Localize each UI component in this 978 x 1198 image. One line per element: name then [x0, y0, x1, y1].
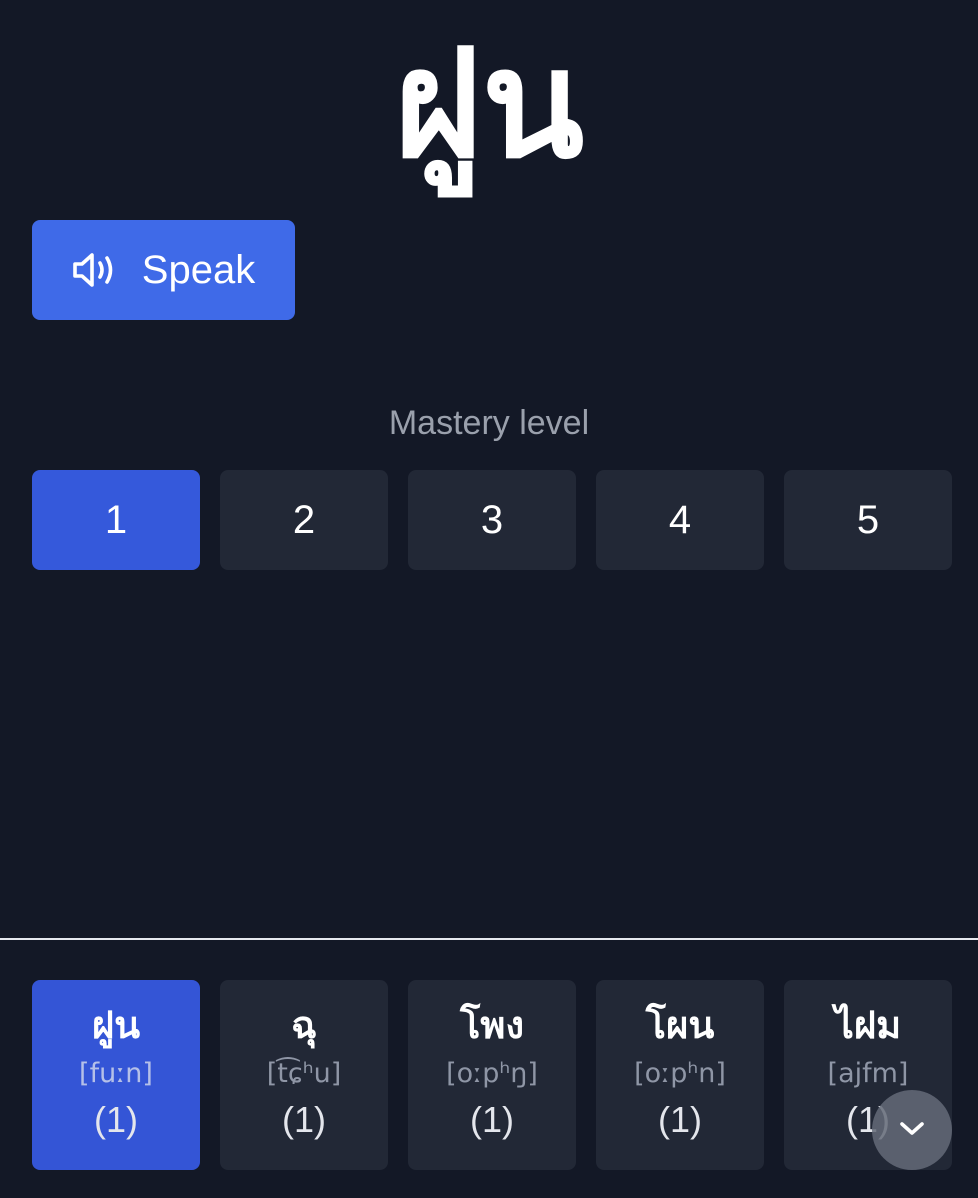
mastery-level-3-button[interactable]: 3	[408, 470, 576, 570]
word-card[interactable]: โผน [oːpʰn] (1)	[596, 980, 764, 1170]
word-card-thai: ไฝม	[834, 1003, 902, 1047]
word-card[interactable]: ฝูน [fuːn] (1)	[32, 980, 200, 1170]
word-card-thai: ฉุ	[291, 1003, 317, 1047]
word-card-ipa: [oːpʰn]	[634, 1058, 726, 1089]
word-card[interactable]: ฉุ [t͡ɕʰu] (1)	[220, 980, 388, 1170]
mastery-level-4-button[interactable]: 4	[596, 470, 764, 570]
word-card-count: (1)	[282, 1099, 326, 1140]
word-card[interactable]: โพง [oːpʰŋ] (1)	[408, 980, 576, 1170]
scroll-down-button[interactable]	[872, 1090, 952, 1170]
divider	[0, 938, 978, 940]
word-title: ฝูน	[393, 18, 585, 192]
flashcard-page: ฝูน Speak Mastery level 1 2 3 4 5 ฝูน [f…	[0, 0, 978, 1198]
word-card-thai: โพง	[459, 1003, 524, 1047]
speak-button-label: Speak	[141, 247, 256, 292]
word-card-ipa: [fuːn]	[79, 1058, 153, 1089]
word-card-count: (1)	[94, 1099, 138, 1140]
chevron-down-icon	[897, 1118, 927, 1143]
speak-button[interactable]: Speak	[32, 220, 295, 320]
word-card-ipa: [ajfm]	[827, 1058, 909, 1089]
word-card-thai: ฝูน	[91, 1003, 141, 1047]
mastery-level-5-button[interactable]: 5	[784, 470, 952, 570]
word-card-count: (1)	[470, 1099, 514, 1140]
word-list: ฝูน [fuːn] (1) ฉุ [t͡ɕʰu] (1) โพง [oːpʰŋ…	[32, 980, 952, 1170]
word-card-thai: โผน	[645, 1003, 715, 1047]
speaker-icon	[72, 250, 120, 290]
mastery-level-1-button[interactable]: 1	[32, 470, 200, 570]
mastery-level-label: Mastery level	[388, 404, 590, 442]
mastery-level-2-button[interactable]: 2	[220, 470, 388, 570]
word-card-ipa: [oːpʰŋ]	[446, 1058, 538, 1089]
mastery-level-selector: 1 2 3 4 5	[32, 470, 952, 570]
word-card-count: (1)	[658, 1099, 702, 1140]
word-card-ipa: [t͡ɕʰu]	[266, 1058, 342, 1089]
